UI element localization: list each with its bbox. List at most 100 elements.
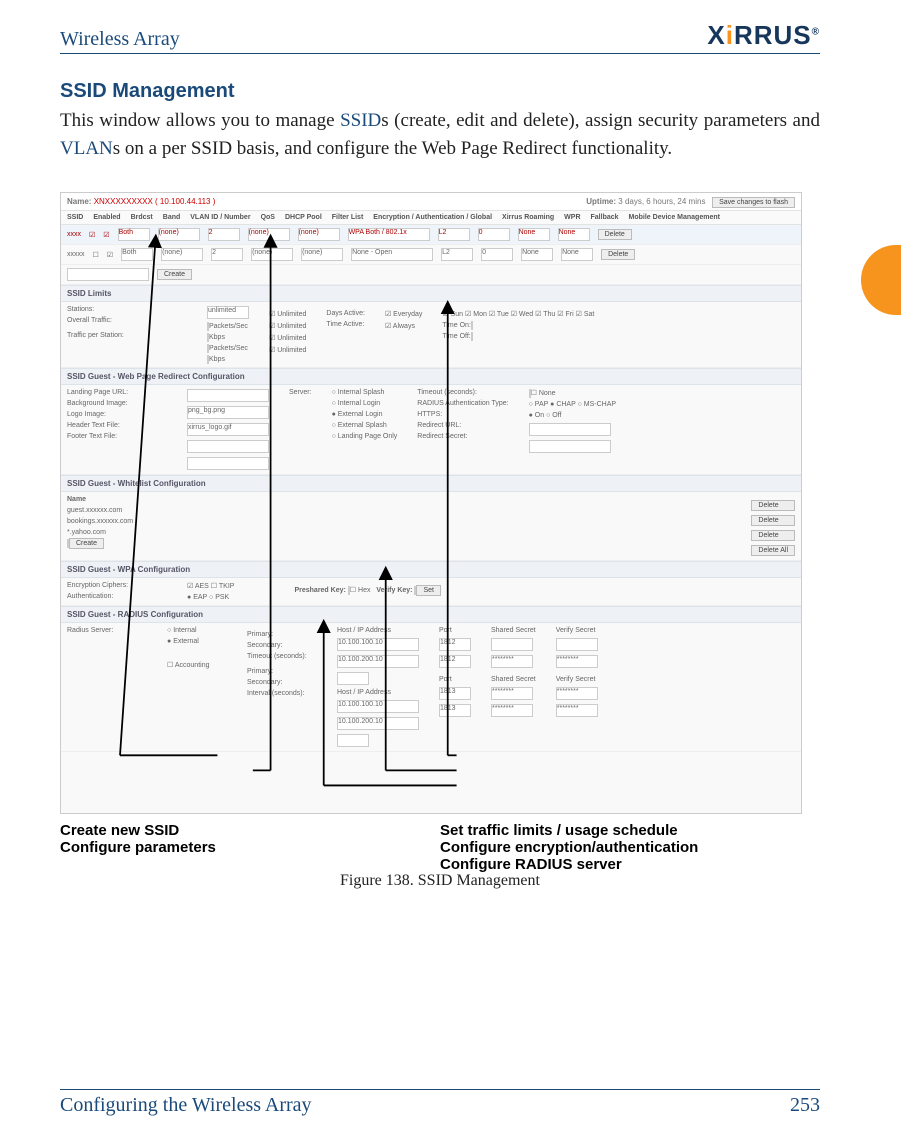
row2-vlan[interactable]: (none) — [161, 248, 203, 261]
rad-acc-ip2[interactable]: 10.100.200.10 — [337, 717, 419, 730]
rad-shared2[interactable]: ******** — [491, 655, 533, 668]
everyday-chk[interactable]: Everyday — [385, 310, 422, 318]
row2-delete-button[interactable]: Delete — [601, 249, 635, 260]
row1-roam[interactable]: L2 — [438, 228, 470, 241]
day-fri[interactable]: Fri — [557, 311, 573, 318]
redirect-url-label: Redirect URL: — [417, 422, 508, 429]
ftrfile-input[interactable] — [187, 457, 269, 470]
rad-interval-input[interactable] — [337, 734, 369, 747]
kbps-label: Kbps — [209, 334, 225, 341]
srv-opt-2[interactable]: External Login — [332, 411, 398, 418]
https-on[interactable]: On — [529, 412, 545, 419]
row1-band[interactable]: Both — [118, 228, 150, 241]
rad-acc-verify1[interactable]: ******** — [556, 687, 598, 700]
srv-opt-3[interactable]: External Splash — [332, 422, 398, 429]
day-sat[interactable]: Sat — [576, 311, 595, 318]
eap-rad[interactable]: EAP — [187, 594, 207, 601]
rad-accounting[interactable]: Accounting — [175, 662, 210, 669]
rad-port4[interactable]: 1813 — [439, 704, 471, 717]
unlim-chk2[interactable]: Unlimited — [269, 322, 306, 330]
label-config-enc: Configure encryption/authentication — [440, 839, 698, 856]
row2-fallback[interactable]: None — [521, 248, 553, 261]
rad-ip2[interactable]: 10.100.200.10 — [337, 655, 419, 668]
bg-input[interactable]: png_bg.png — [187, 406, 269, 419]
row1-vlan[interactable]: (none) — [158, 228, 200, 241]
row1-dhcp[interactable]: (none) — [248, 228, 290, 241]
row2-enc[interactable]: None - Open — [351, 248, 433, 261]
redirect-secret-input[interactable] — [529, 440, 611, 453]
https-off[interactable]: Off — [546, 412, 561, 419]
wl-del-0[interactable]: Delete — [751, 500, 795, 511]
vlan-link[interactable]: VLAN — [60, 138, 113, 159]
unlim-chk1[interactable]: Unlimited — [269, 310, 306, 318]
rad-acc-ip1[interactable]: 10.100.100.10 — [337, 700, 419, 713]
rad-port2[interactable]: 1812 — [439, 655, 471, 668]
timeout-input[interactable] — [529, 389, 531, 398]
row2-wpr[interactable]: 0 — [481, 248, 513, 261]
row2-band[interactable]: Both — [121, 248, 153, 261]
wl-del-2[interactable]: Delete — [751, 530, 795, 541]
row2-roam[interactable]: L2 — [441, 248, 473, 261]
row1-ssid[interactable]: xxxx — [67, 231, 81, 238]
day-wed[interactable]: Wed — [511, 311, 534, 318]
rad-timeout-input[interactable] — [337, 672, 369, 685]
stations-input[interactable]: unlimited — [207, 306, 249, 319]
rad-acc-shared1[interactable]: ******** — [491, 687, 533, 700]
time-off-input[interactable] — [471, 332, 473, 341]
row2-mdm[interactable]: None — [561, 248, 593, 261]
col-roam: Xirrus Roaming — [502, 214, 554, 221]
srv-opt-4[interactable]: Landing Page Only — [332, 433, 398, 440]
rad-acc-verify2[interactable]: ******** — [556, 704, 598, 717]
preshared-input[interactable] — [348, 586, 350, 595]
psk-rad[interactable]: PSK — [209, 594, 229, 601]
row2-qos[interactable]: 2 — [211, 248, 243, 261]
day-mon[interactable]: Mon — [465, 311, 487, 318]
save-to-flash-button[interactable]: Save changes to flash — [712, 197, 795, 208]
day-sun[interactable]: Sun — [442, 311, 463, 318]
rad-acc-shared2[interactable]: ******** — [491, 704, 533, 717]
row1-qos[interactable]: 2 — [208, 228, 240, 241]
rad-internal[interactable]: Internal — [167, 627, 227, 634]
rad-external[interactable]: External — [167, 638, 227, 645]
row1-delete-button[interactable]: Delete — [598, 229, 632, 240]
day-tue[interactable]: Tue — [489, 311, 509, 318]
logo-x: X — [707, 20, 725, 50]
row2-dhcp[interactable]: (none) — [251, 248, 293, 261]
landing-input[interactable] — [187, 389, 269, 402]
rad-chap[interactable]: CHAP — [550, 401, 576, 408]
unlim-chk4[interactable]: Unlimited — [269, 346, 306, 354]
wl-del-1[interactable]: Delete — [751, 515, 795, 526]
aes-chk[interactable]: AES — [187, 583, 209, 590]
set-button[interactable]: Set — [416, 585, 441, 596]
rad-pap[interactable]: PAP — [529, 401, 549, 408]
rad-shared1[interactable] — [491, 638, 533, 651]
always-chk[interactable]: Always — [385, 322, 422, 330]
figure-caption: Figure 138. SSID Management — [60, 872, 820, 890]
rad-port3[interactable]: 1813 — [439, 687, 471, 700]
rad-verify1[interactable] — [556, 638, 598, 651]
rad-ip1[interactable]: 10.100.100.10 — [337, 638, 419, 651]
wl-create-button[interactable]: Create — [69, 538, 104, 549]
rad-port1[interactable]: 1812 — [439, 638, 471, 651]
ssid-link[interactable]: SSID — [340, 110, 381, 131]
wl-del-all[interactable]: Delete All — [751, 545, 795, 556]
srv-opt-1[interactable]: Internal Login — [332, 400, 398, 407]
create-ssid-button[interactable]: Create — [157, 269, 192, 280]
new-ssid-input[interactable] — [67, 268, 149, 281]
row1-filter[interactable]: (none) — [298, 228, 340, 241]
row1-wpr[interactable]: 0 — [478, 228, 510, 241]
time-on-input[interactable] — [471, 321, 473, 330]
row1-fallback[interactable]: None — [518, 228, 550, 241]
redirect-url-input[interactable] — [529, 423, 611, 436]
rad-verify2[interactable]: ******** — [556, 655, 598, 668]
row1-enc[interactable]: WPA Both / 802.1x — [348, 228, 430, 241]
hdrfile-input[interactable] — [187, 440, 269, 453]
logo-input[interactable]: xirrus_logo.gif — [187, 423, 269, 436]
rad-mschap[interactable]: MS-CHAP — [578, 401, 616, 408]
srv-opt-0[interactable]: Internal Splash — [332, 389, 398, 396]
row1-mdm[interactable]: None — [558, 228, 590, 241]
day-thu[interactable]: Thu — [535, 311, 555, 318]
row2-filter[interactable]: (none) — [301, 248, 343, 261]
row2-ssid[interactable]: xxxxx — [67, 251, 85, 258]
unlim-chk3[interactable]: Unlimited — [269, 334, 306, 342]
